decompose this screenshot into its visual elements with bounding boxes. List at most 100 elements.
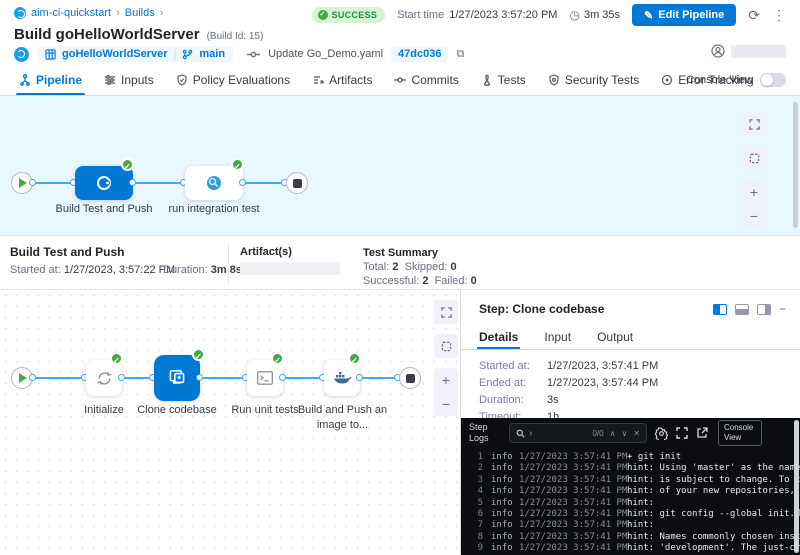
- artifact-value-redacted[interactable]: [240, 262, 340, 275]
- pipeline-end-node: [286, 172, 308, 194]
- duration-label: Duration:: [163, 264, 208, 276]
- chip-divider: |: [174, 48, 177, 60]
- search-next-icon[interactable]: ∨: [621, 429, 627, 438]
- copy-icon[interactable]: ⧉: [456, 48, 464, 61]
- field-value: 1/27/2023, 3:57:41 PM: [547, 360, 658, 372]
- connector-dot: [129, 179, 136, 186]
- stop-icon: [293, 179, 302, 188]
- console-view-button[interactable]: Console View: [718, 420, 762, 446]
- tab-security-tests[interactable]: Security Tests: [537, 64, 650, 95]
- stage-details-strip: Build Test and Push Started at: 1/27/202…: [0, 235, 800, 290]
- success-check-icon: ✓: [192, 348, 205, 361]
- log-settings-gear-icon[interactable]: [655, 427, 668, 440]
- connector-line: [283, 377, 324, 379]
- fullscreen-button[interactable]: [434, 300, 458, 324]
- user-name-redacted: [731, 45, 786, 58]
- zoom-in-button[interactable]: +: [742, 180, 766, 204]
- commit-icon: [247, 48, 260, 61]
- success-check-icon: ✓: [110, 352, 123, 365]
- connector-dot: [239, 179, 246, 186]
- failed-value: 0: [471, 275, 477, 287]
- search-icon: [516, 429, 525, 438]
- breadcrumb: aim-ci-quickstart › Builds ›: [14, 7, 163, 19]
- branch-icon: [182, 49, 193, 60]
- zoom-out-button[interactable]: −: [742, 204, 766, 228]
- page-title: Build goHelloWorldServer: [14, 26, 200, 43]
- tab-pipeline[interactable]: Pipeline: [8, 64, 93, 95]
- start-time-label: Start time: [397, 9, 444, 21]
- log-fullscreen-icon[interactable]: [676, 427, 688, 439]
- step-logs-console: Step Logs › 0/0 ∧ ∨ ✕: [461, 418, 800, 555]
- test-summary-title: Test Summary: [363, 246, 477, 260]
- log-search-input[interactable]: › 0/0 ∧ ∨ ✕: [509, 423, 647, 443]
- success-check-icon: ✓: [231, 158, 244, 171]
- field-label: Duration:: [479, 394, 547, 406]
- search-prev-icon[interactable]: ∧: [610, 429, 616, 438]
- execution-tabbar: Pipeline Inputs Policy Evaluations Artif…: [0, 64, 800, 96]
- step-label[interactable]: Clone codebase: [132, 403, 222, 418]
- log-row: 3info1/27/2023 3:57:41 PMhint: is subjec…: [461, 475, 800, 486]
- refresh-icon[interactable]: ⟳: [748, 7, 760, 24]
- step-node-clone-codebase[interactable]: [154, 355, 200, 401]
- log-lines[interactable]: 1info1/27/2023 3:57:41 PM+ git init 2inf…: [461, 452, 800, 555]
- stage-node-run-integration-test[interactable]: [185, 166, 243, 200]
- step-label[interactable]: Build and Push an image to...: [296, 403, 389, 433]
- divider: [228, 244, 229, 284]
- tab-commits[interactable]: Commits: [383, 64, 469, 95]
- fullscreen-button[interactable]: [742, 112, 766, 136]
- tab-output[interactable]: Output: [597, 324, 633, 349]
- skipped-value: 0: [450, 261, 456, 273]
- fit-to-view-button[interactable]: [742, 146, 766, 170]
- open-in-new-icon[interactable]: [696, 427, 708, 439]
- layout-right-view-icon[interactable]: [757, 304, 771, 315]
- step-details-panel: Step: Clone codebase − Details Input Out…: [460, 290, 800, 555]
- tab-input[interactable]: Input: [544, 324, 571, 349]
- stage-label[interactable]: Build Test and Push: [55, 202, 153, 217]
- skipped-label: Skipped:: [405, 261, 448, 273]
- repo-name[interactable]: goHelloWorldServer: [62, 48, 168, 60]
- stage-graph-canvas[interactable]: ✓ Build Test and Push ✓ run integration …: [0, 96, 800, 235]
- breadcrumb-builds[interactable]: Builds: [125, 7, 155, 19]
- minimize-panel-icon[interactable]: −: [779, 302, 786, 316]
- kebab-menu-icon[interactable]: ⋮: [772, 7, 786, 24]
- log-row: 7info1/27/2023 3:57:41 PMhint:: [461, 520, 800, 531]
- layout-bottom-view-icon[interactable]: [735, 304, 749, 315]
- commit-sha[interactable]: 47dc036: [391, 46, 448, 62]
- zoom-out-button[interactable]: −: [434, 392, 458, 416]
- console-scrollbar[interactable]: [794, 420, 799, 553]
- commits-icon: [394, 74, 406, 86]
- started-at-label: Started at:: [10, 264, 61, 276]
- check-icon: ✓: [318, 10, 328, 20]
- console-view-toggle[interactable]: [760, 73, 786, 87]
- tab-inputs[interactable]: Inputs: [93, 64, 165, 95]
- fit-to-view-button[interactable]: [434, 334, 458, 358]
- search-close-icon[interactable]: ✕: [633, 429, 640, 438]
- play-icon: [19, 373, 27, 383]
- log-row: 1info1/27/2023 3:57:41 PM+ git init: [461, 452, 800, 463]
- stage-node-build-test-and-push[interactable]: [75, 166, 133, 200]
- project-icon: [14, 7, 26, 19]
- tab-details[interactable]: Details: [479, 324, 518, 349]
- stage-label[interactable]: run integration test: [165, 202, 263, 217]
- branch-name[interactable]: main: [199, 48, 225, 60]
- stage-end-node: [399, 367, 421, 389]
- edit-pipeline-button[interactable]: ✎ Edit Pipeline: [632, 4, 736, 26]
- ci-module-icon: [14, 47, 29, 62]
- success-check-icon: ✓: [348, 352, 361, 365]
- total-value: 2: [392, 261, 398, 273]
- breadcrumb-project[interactable]: aim-ci-quickstart: [31, 7, 111, 19]
- security-shield-icon: [548, 74, 560, 86]
- zoom-in-button[interactable]: +: [434, 368, 458, 392]
- connector-line: [133, 182, 185, 184]
- layout-split-view-icon[interactable]: [713, 304, 727, 315]
- search-caret: ›: [529, 428, 532, 439]
- step-graph-canvas[interactable]: ✓ Initialize ✓ Clone codebase ✓ Run unit…: [0, 290, 458, 555]
- stage-pane-scrollbar[interactable]: [793, 102, 798, 228]
- tab-artifacts[interactable]: Artifacts: [301, 64, 383, 95]
- tab-tests[interactable]: Tests: [470, 64, 537, 95]
- chevron-right-icon: ›: [116, 7, 120, 19]
- tab-policy-evaluations[interactable]: Policy Evaluations: [165, 64, 301, 95]
- successful-label: Successful:: [363, 275, 419, 287]
- pencil-icon: ✎: [644, 9, 653, 22]
- connector-dot: [356, 374, 363, 381]
